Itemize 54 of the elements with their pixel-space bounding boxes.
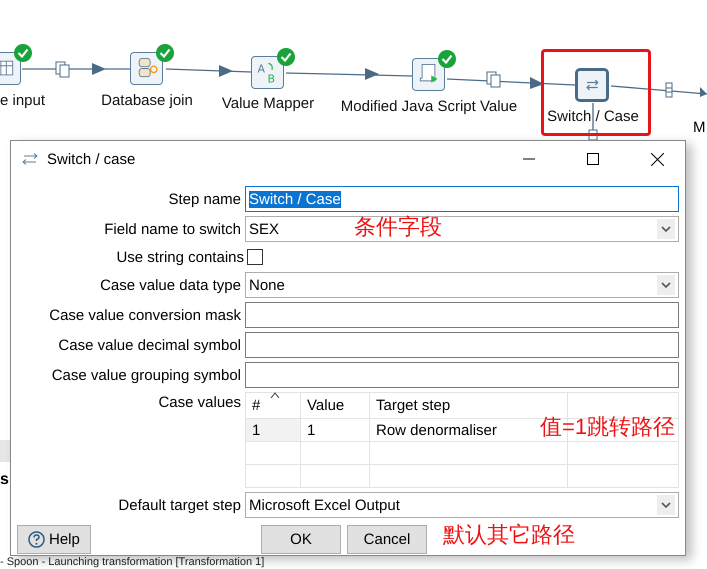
dropdown-field[interactable]: None (245, 272, 679, 298)
grid-icon (666, 82, 672, 98)
log-line: - Spoon - Launching transformation [Transformation 1] (0, 556, 264, 568)
input-field[interactable] (245, 362, 679, 388)
copy-icon (486, 72, 500, 88)
annotation-text: 默认其它路径 (443, 523, 575, 547)
table-cell (246, 464, 300, 488)
checkbox[interactable] (247, 249, 263, 265)
field-label: Case values (157, 393, 241, 411)
input-field[interactable]: Switch / Case (245, 186, 679, 212)
column-header[interactable]: # (246, 392, 300, 418)
close-icon (650, 152, 664, 166)
field-label: Case value grouping symbol (50, 366, 241, 384)
field-label: Step name (167, 190, 241, 208)
table-cell: 1 (246, 418, 300, 442)
dialog-button[interactable]: OK (261, 525, 341, 554)
copy-icon (56, 62, 70, 78)
help-button[interactable]: Help (17, 525, 91, 554)
dialog-button[interactable]: Cancel (347, 525, 427, 554)
step-label: e input (0, 92, 46, 109)
minimize-icon (523, 158, 535, 160)
column-header[interactable]: Value (300, 392, 370, 418)
maximize-icon (587, 153, 599, 165)
table-cell (300, 442, 370, 464)
table-cell (300, 464, 370, 488)
step-icon[interactable] (130, 52, 163, 85)
step-label: Value Mapper (222, 95, 314, 112)
table-cell: 1 (300, 418, 370, 442)
dropdown-icon[interactable] (657, 219, 675, 239)
field-label: Case value data type (99, 276, 241, 294)
dropdown-icon[interactable] (657, 275, 675, 295)
step-icon[interactable] (575, 68, 609, 102)
switch-icon (21, 153, 39, 165)
panel-title: s (0, 471, 9, 489)
sort-icon (270, 392, 280, 399)
help-icon (28, 531, 45, 548)
field-label: Case value decimal symbol (57, 336, 241, 354)
field-label: Field name to switch (103, 220, 241, 238)
window-title: Switch / case (47, 150, 136, 168)
dropdown-icon[interactable] (657, 495, 675, 515)
input-field[interactable] (245, 302, 679, 328)
step-label: Modified Java Script Value (340, 98, 518, 115)
step-label: Database join (101, 92, 193, 109)
default-target-dropdown[interactable]: Microsoft Excel Output (245, 492, 679, 518)
field-label: Use string contains (116, 248, 244, 266)
field-label: Case value conversion mask (48, 306, 241, 324)
field-label: Default target step (117, 496, 241, 514)
input-field[interactable] (245, 332, 679, 358)
annotation-text: 条件字段 (354, 215, 442, 239)
table-cell (246, 442, 300, 464)
step-label: Switch / Case (547, 108, 639, 125)
step-icon[interactable]: A B (251, 56, 284, 89)
step-label: M (693, 119, 706, 136)
step-icon[interactable] (412, 58, 445, 91)
